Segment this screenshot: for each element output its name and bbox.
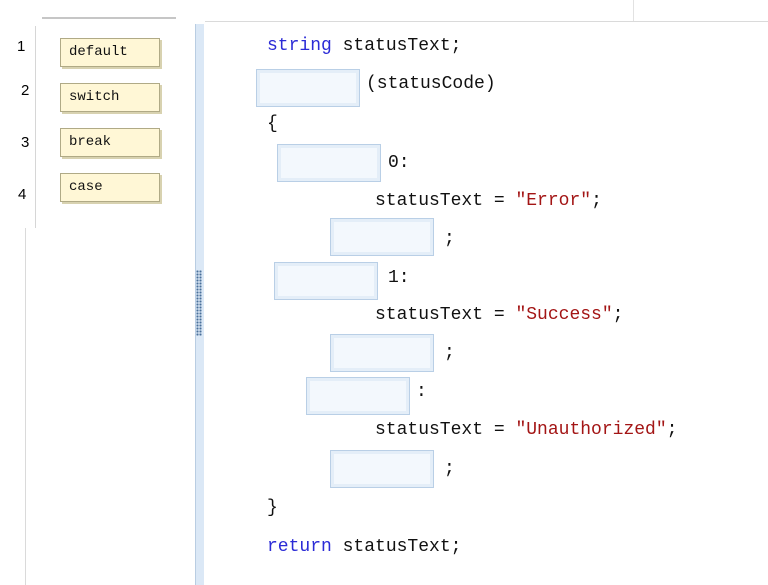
assign-prefix-error: statusText = bbox=[375, 191, 516, 211]
code-line-declaration: string statusText; bbox=[267, 36, 461, 56]
semicolon-success: ; bbox=[612, 305, 624, 325]
code-switch-expression: (statusCode) bbox=[366, 74, 496, 94]
choice-tile-case[interactable]: case bbox=[60, 173, 160, 202]
return-rest: statusText; bbox=[331, 537, 462, 557]
choice-tile-default[interactable]: default bbox=[60, 38, 160, 67]
declaration-rest: statusText; bbox=[331, 36, 462, 56]
code-case1-label: 1: bbox=[388, 268, 410, 288]
string-unauthorized: "Unauthorized" bbox=[515, 420, 667, 440]
drop-target-break3[interactable] bbox=[330, 450, 434, 488]
drop-target-switch[interactable] bbox=[256, 69, 360, 107]
code-assign-unauthorized: statusText = "Unauthorized"; bbox=[375, 420, 677, 440]
keyword-string: string bbox=[267, 36, 332, 56]
splitter-grip-handle[interactable] bbox=[196, 270, 202, 336]
code-assign-success: statusText = "Success"; bbox=[375, 305, 623, 325]
code-assign-error: statusText = "Error"; bbox=[375, 191, 602, 211]
choices-panel-left-border bbox=[35, 26, 36, 228]
assign-prefix-unauthorized: statusText = bbox=[375, 420, 516, 440]
choice-number-1: 1 bbox=[17, 38, 26, 55]
drop-target-case1[interactable] bbox=[274, 262, 378, 300]
code-line-return: return statusText; bbox=[267, 537, 461, 557]
code-semicolon-3: ; bbox=[444, 459, 455, 479]
code-default-colon: : bbox=[416, 382, 427, 402]
code-open-brace: { bbox=[267, 114, 278, 134]
string-success: "Success" bbox=[515, 305, 613, 325]
choice-number-3: 3 bbox=[21, 134, 30, 151]
code-semicolon-2: ; bbox=[444, 343, 455, 363]
string-error: "Error" bbox=[515, 191, 592, 211]
choice-number-4: 4 bbox=[18, 186, 27, 203]
assign-prefix-success: statusText = bbox=[375, 305, 516, 325]
semicolon-unauthorized: ; bbox=[666, 420, 678, 440]
code-semicolon-1: ; bbox=[444, 229, 455, 249]
outer-left-border bbox=[25, 228, 26, 585]
editor-top-border bbox=[205, 21, 768, 22]
choices-panel-top-border bbox=[42, 17, 176, 19]
code-close-brace: } bbox=[267, 498, 278, 518]
toolbar-separator bbox=[633, 0, 634, 21]
keyword-return: return bbox=[267, 537, 332, 557]
semicolon-error: ; bbox=[591, 191, 602, 211]
drop-target-default[interactable] bbox=[306, 377, 410, 415]
choice-tile-break[interactable]: break bbox=[60, 128, 160, 157]
choice-tile-switch[interactable]: switch bbox=[60, 83, 160, 112]
drop-target-break1[interactable] bbox=[330, 218, 434, 256]
choice-number-2: 2 bbox=[21, 82, 30, 99]
code-case0-label: 0: bbox=[388, 153, 410, 173]
drop-target-case0[interactable] bbox=[277, 144, 381, 182]
drop-target-break2[interactable] bbox=[330, 334, 434, 372]
